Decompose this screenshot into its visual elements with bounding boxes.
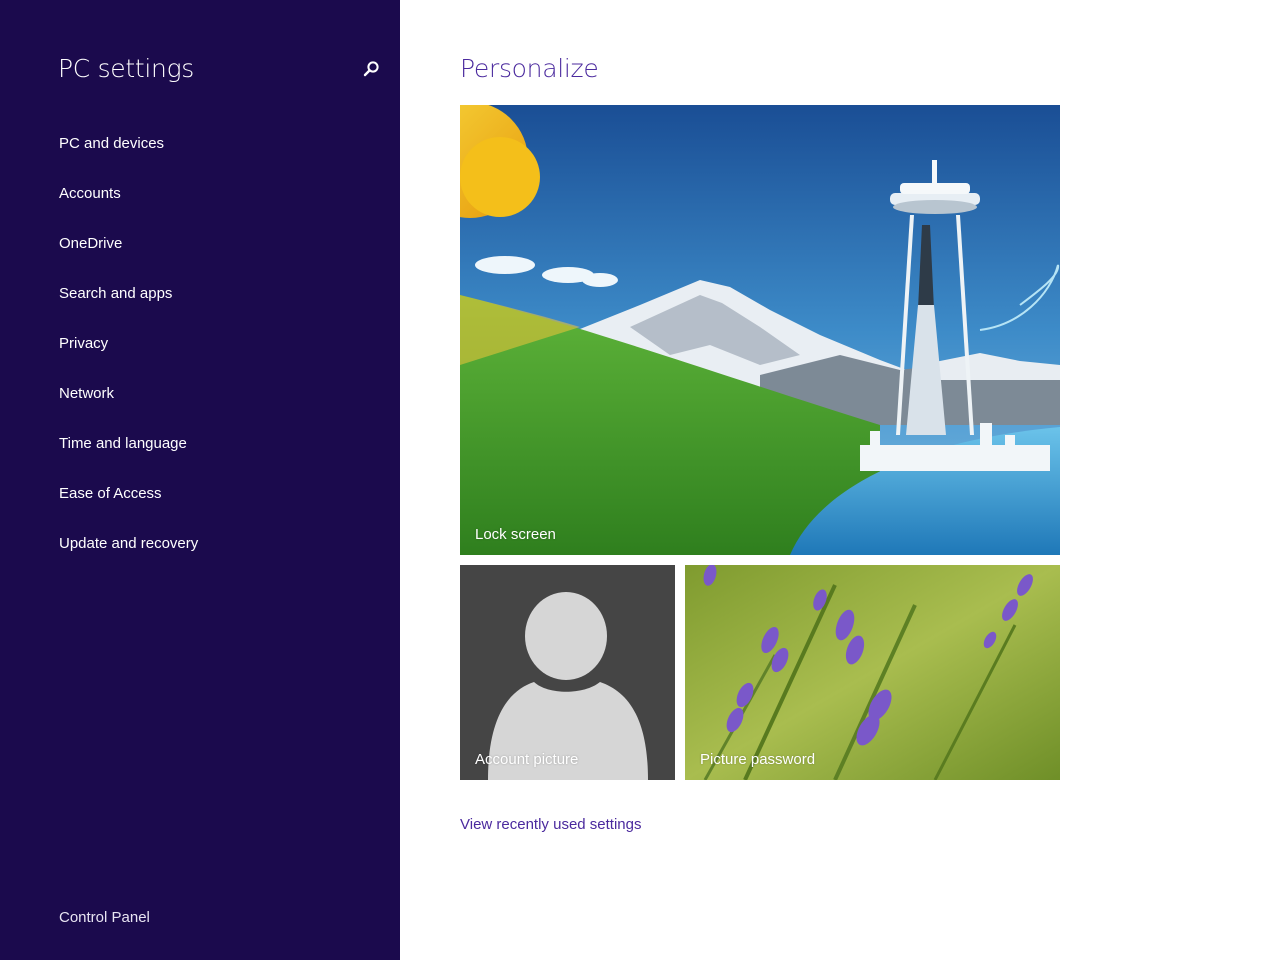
sidebar-item-onedrive[interactable]: OneDrive xyxy=(59,232,198,282)
account-picture-label: Account picture xyxy=(475,751,579,768)
picture-password-label: Picture password xyxy=(700,751,816,768)
sidebar-item-label: Network xyxy=(59,385,115,402)
control-panel-link[interactable]: Control Panel xyxy=(59,909,150,926)
sidebar-item-accounts[interactable]: Accounts xyxy=(59,182,198,232)
sidebar-nav: PC and devices Accounts OneDrive Search … xyxy=(59,132,198,582)
view-recent-settings-link[interactable]: View recently used settings xyxy=(460,816,642,833)
sidebar-item-network[interactable]: Network xyxy=(59,382,198,432)
lock-screen-image xyxy=(460,105,1060,555)
sidebar-title: PC settings xyxy=(58,54,195,83)
sidebar: PC settings PC and devices Accounts OneD… xyxy=(0,0,400,960)
sidebar-item-update-and-recovery[interactable]: Update and recovery xyxy=(59,532,198,582)
sidebar-item-label: PC and devices xyxy=(59,135,165,152)
sidebar-item-search-and-apps[interactable]: Search and apps xyxy=(59,282,198,332)
sidebar-item-label: Ease of Access xyxy=(59,485,162,502)
page-title: Personalize xyxy=(460,54,599,83)
lock-screen-tile[interactable]: Lock screen xyxy=(460,105,1060,555)
search-icon xyxy=(362,60,380,83)
account-picture-tile[interactable]: Account picture xyxy=(460,565,675,780)
sidebar-item-label: Search and apps xyxy=(59,285,173,302)
sidebar-item-label: OneDrive xyxy=(59,235,123,252)
sidebar-item-pc-and-devices[interactable]: PC and devices xyxy=(59,132,198,182)
sidebar-item-label: Privacy xyxy=(59,335,109,352)
picture-password-image xyxy=(685,565,1060,780)
picture-password-tile[interactable]: Picture password xyxy=(685,565,1060,780)
sidebar-item-label: Accounts xyxy=(59,185,121,202)
search-button[interactable] xyxy=(358,58,384,84)
user-silhouette-icon xyxy=(488,592,648,780)
sidebar-item-label: Update and recovery xyxy=(59,535,199,552)
lock-screen-label: Lock screen xyxy=(475,526,556,543)
sidebar-item-time-and-language[interactable]: Time and language xyxy=(59,432,198,482)
sidebar-item-label: Time and language xyxy=(59,435,187,452)
sidebar-item-privacy[interactable]: Privacy xyxy=(59,332,198,382)
sidebar-item-ease-of-access[interactable]: Ease of Access xyxy=(59,482,198,532)
